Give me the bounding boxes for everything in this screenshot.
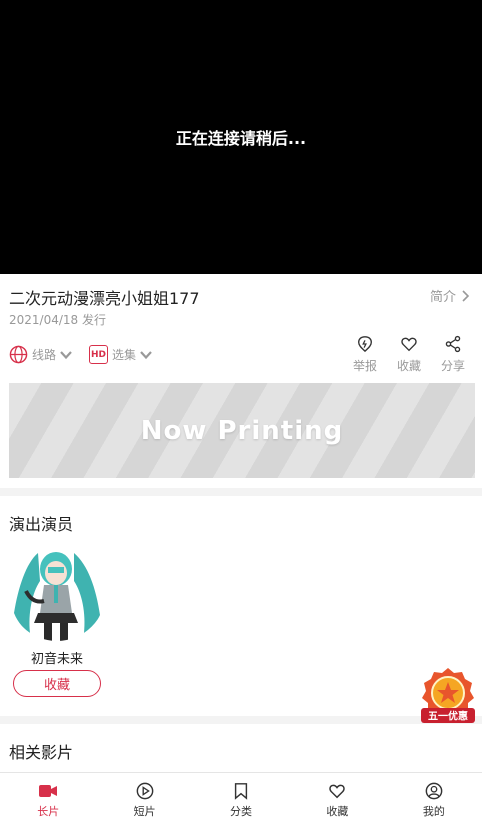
route-selector[interactable]: 线路 [9, 345, 72, 364]
share-label: 分享 [440, 359, 465, 373]
route-label: 线路 [32, 348, 57, 362]
tab-label: 分类 [230, 805, 253, 818]
video-icon [39, 785, 58, 797]
ad-banner[interactable]: Now Printing [9, 383, 475, 478]
chevron-right-icon [462, 289, 470, 302]
release-date: 2021/04/18 发行 [9, 313, 106, 327]
related-section-title: 相关影片 [9, 743, 74, 762]
episode-label: 选集 [112, 348, 137, 362]
tab-favorites[interactable]: 收藏 [289, 773, 385, 828]
tab-label: 短片 [133, 805, 156, 818]
report-label: 举报 [352, 359, 377, 373]
heart-icon [401, 337, 417, 352]
tab-profile[interactable]: 我的 [386, 773, 482, 828]
promo-badge[interactable]: 五一优惠 [419, 666, 477, 728]
cast-section: 演出演员 初音未来 收藏 [0, 496, 482, 716]
hd-badge-icon: HD [89, 345, 108, 364]
section-divider [0, 716, 482, 724]
tab-label: 收藏 [326, 805, 349, 818]
actor-avatar[interactable] [8, 543, 106, 641]
video-player[interactable]: 正在连接请稍后... [0, 0, 482, 274]
chevron-down-icon [60, 350, 72, 359]
globe-icon [9, 345, 28, 364]
heart-icon [329, 784, 346, 799]
user-icon [425, 782, 443, 800]
chevron-down-icon [140, 350, 152, 359]
tab-long-video[interactable]: 长片 [0, 773, 96, 828]
anime-character-image [8, 543, 106, 641]
promo-medal-icon: 五一优惠 [421, 668, 475, 723]
favorite-label: 收藏 [396, 359, 421, 373]
intro-link[interactable]: 简介 [430, 286, 470, 305]
player-status-message: 正在连接请稍后... [175, 129, 307, 148]
tab-label: 我的 [422, 805, 445, 818]
episode-selector[interactable]: HD 选集 [89, 345, 152, 364]
share-button[interactable]: 分享 [435, 335, 471, 374]
share-icon [445, 335, 461, 353]
video-title: 二次元动漫漂亮小姐姐177 [9, 289, 200, 308]
tab-short-video[interactable]: 短片 [96, 773, 192, 828]
banner-text: Now Printing [140, 415, 344, 446]
related-section: 相关影片 [0, 724, 482, 772]
intro-label: 简介 [429, 290, 456, 305]
report-button[interactable]: 举报 [347, 335, 383, 374]
bookmark-icon [234, 783, 248, 800]
video-info-panel: 二次元动漫漂亮小姐姐177 简介 2021/04/18 发行 线路 HD 选集 … [0, 274, 482, 488]
favorite-button[interactable]: 收藏 [391, 335, 427, 374]
bottom-tab-bar: 长片 短片 分类 收藏 我的 [0, 772, 482, 828]
cast-section-title: 演出演员 [9, 515, 74, 534]
actor-name: 初音未来 [30, 652, 83, 667]
tab-category[interactable]: 分类 [193, 773, 289, 828]
report-icon [358, 336, 372, 353]
section-divider [0, 488, 482, 496]
promo-text: 五一优惠 [428, 710, 468, 723]
actor-follow-button[interactable]: 收藏 [13, 670, 101, 697]
tab-label: 长片 [37, 805, 60, 818]
play-circle-icon [136, 782, 153, 800]
